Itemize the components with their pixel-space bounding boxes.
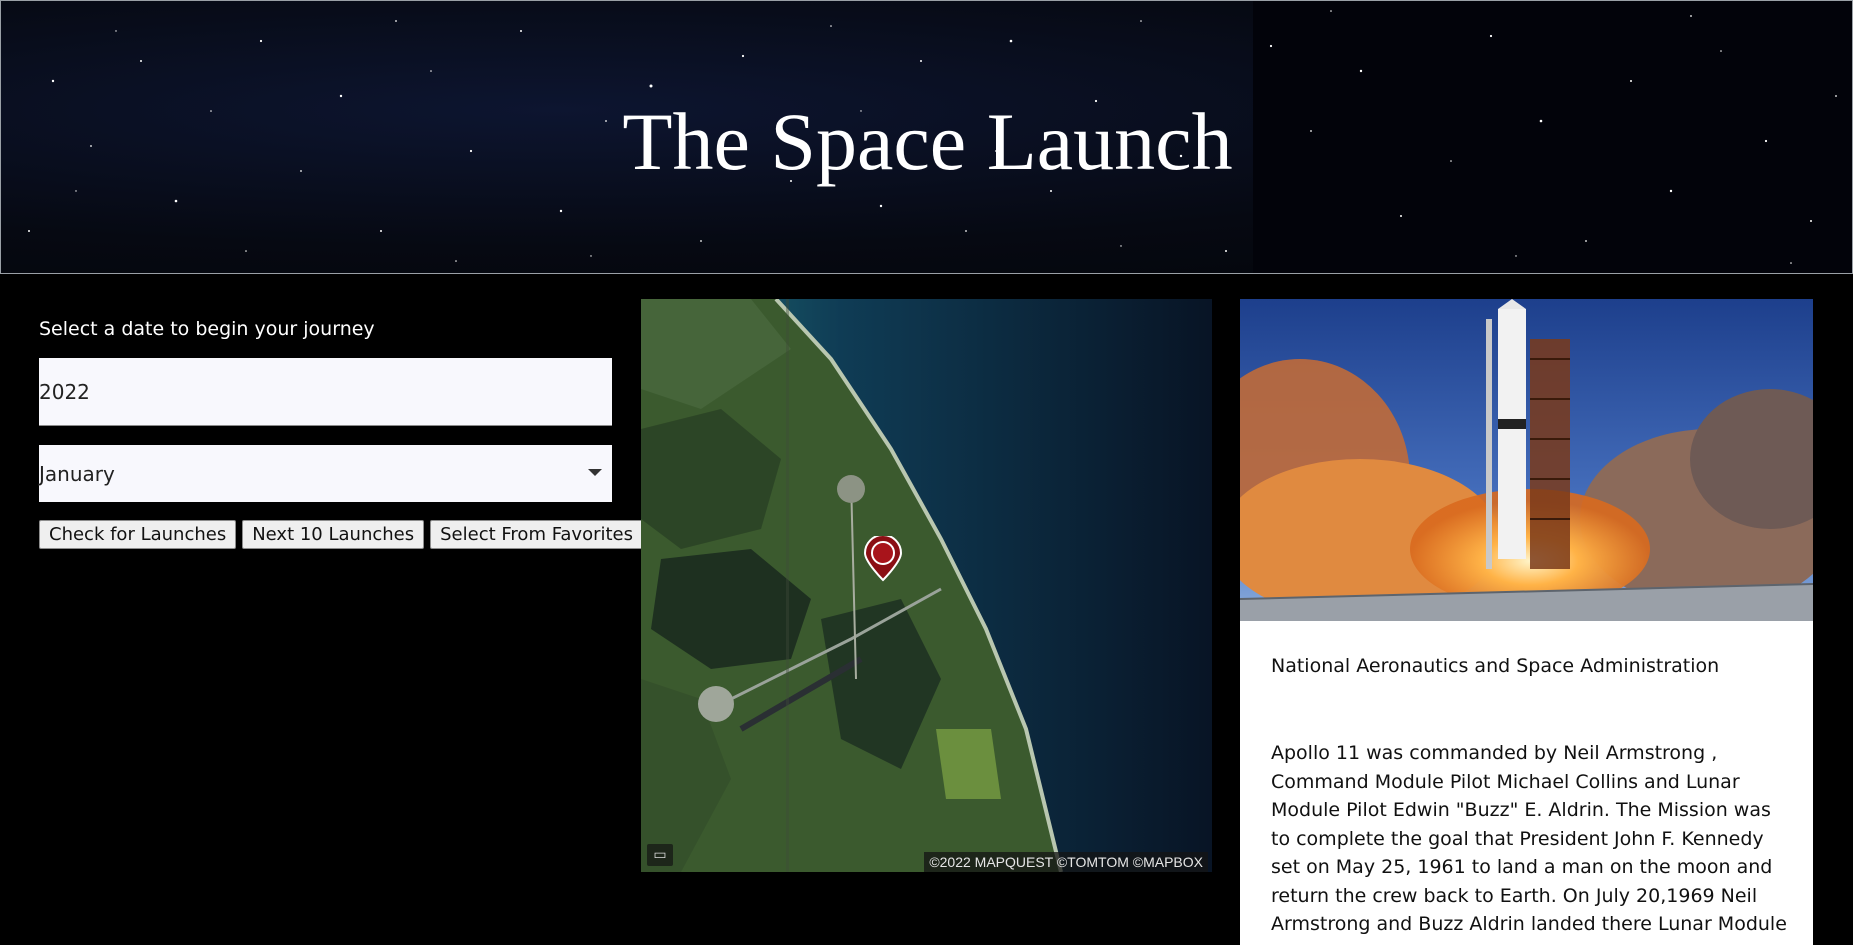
map-pin-icon[interactable] <box>863 536 903 582</box>
hero-banner: The Space Launch <box>0 0 1853 274</box>
launch-agency: National Aeronautics and Space Administr… <box>1271 655 1720 677</box>
date-prompt-label: Select a date to begin your journey <box>39 318 375 340</box>
launch-description: Apollo 11 was commanded by Neil Armstron… <box>1271 742 1787 945</box>
launch-map[interactable]: ▭ ©2022 MAPQUEST ©TOMTOM ©MAPBOX <box>641 299 1212 872</box>
layers-icon[interactable]: ▭ <box>647 844 673 866</box>
year-input[interactable] <box>39 358 612 426</box>
page-title: The Space Launch <box>622 96 1233 187</box>
satellite-imagery <box>641 299 1212 872</box>
favorites-button[interactable]: Select From Favorites <box>430 520 644 549</box>
month-select-value: January <box>39 462 115 486</box>
map-attribution: ©2022 MAPQUEST ©TOMTOM ©MAPBOX <box>924 852 1208 872</box>
check-launches-button[interactable]: Check for Launches <box>39 520 237 549</box>
date-selection-form: Select a date to begin your journey Janu… <box>39 318 644 549</box>
launch-info-card: National Aeronautics and Space Administr… <box>1240 299 1813 945</box>
launch-photo <box>1240 299 1813 621</box>
chevron-down-icon <box>588 469 602 476</box>
month-select[interactable]: January <box>39 445 612 502</box>
action-buttons: Check for Launches Next 10 Launches Sele… <box>39 520 644 549</box>
next-launches-button[interactable]: Next 10 Launches <box>242 520 425 549</box>
